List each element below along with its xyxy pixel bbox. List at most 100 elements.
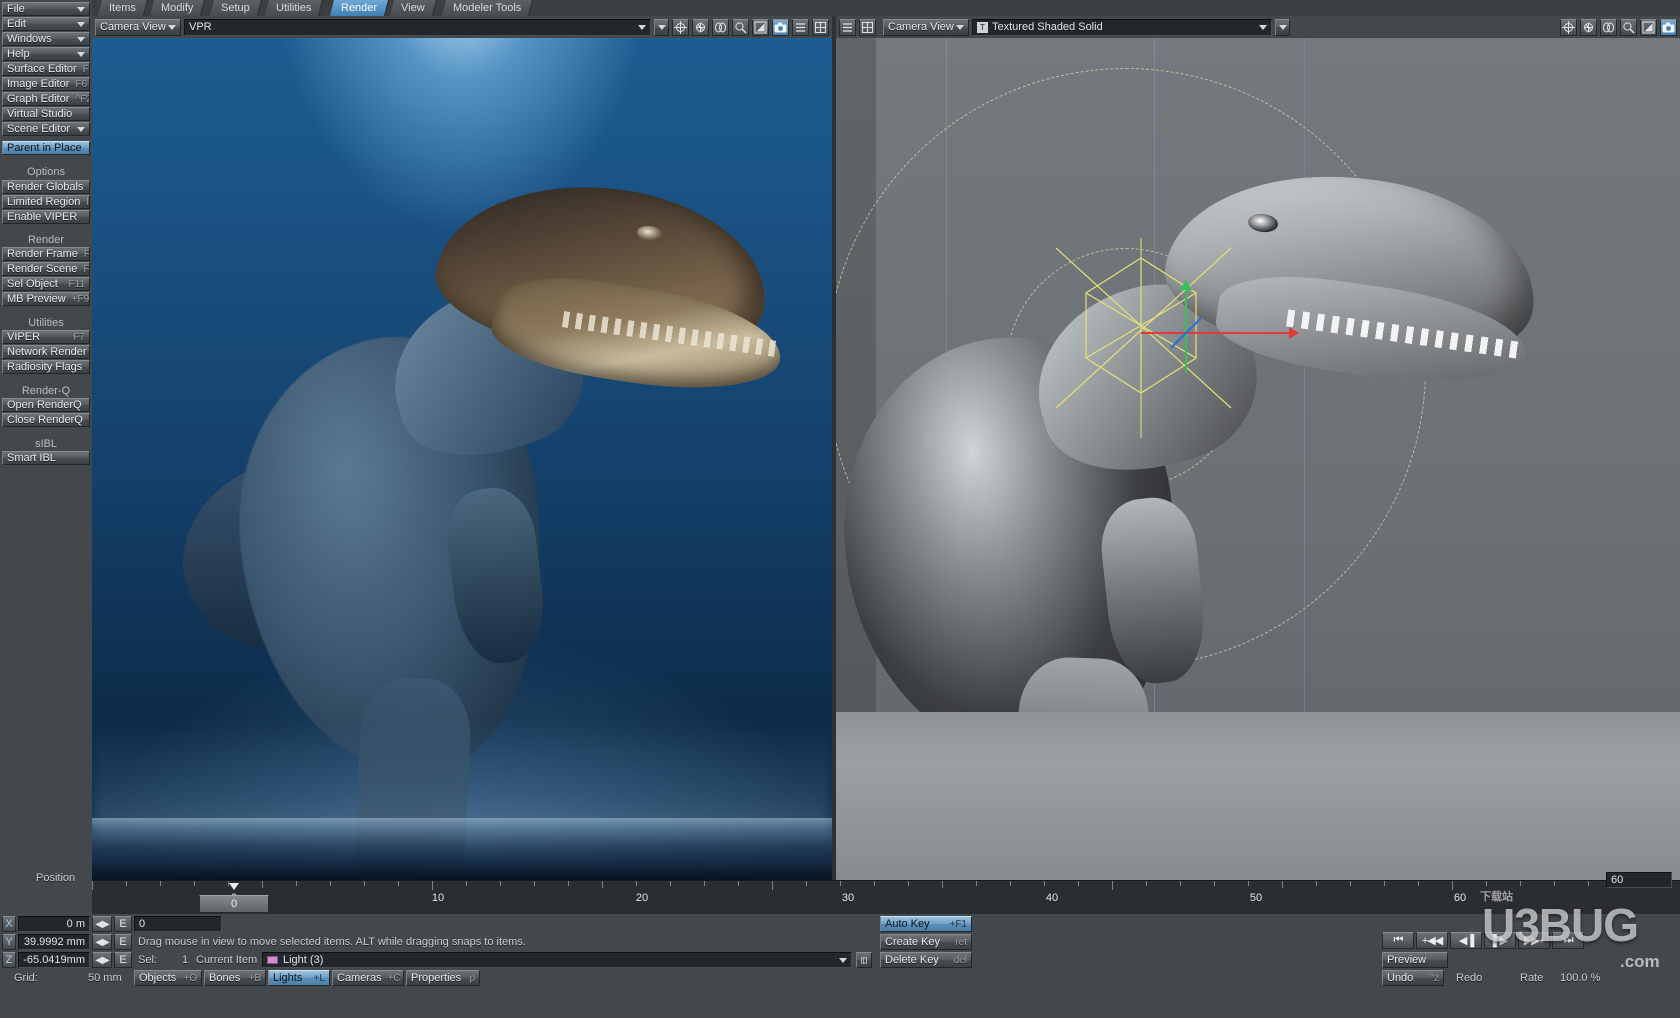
chevron-down-icon bbox=[77, 21, 85, 27]
axis-y-toggle[interactable]: Y bbox=[2, 934, 16, 950]
right-render-mode-selector[interactable]: T Textured Shaded Solid bbox=[972, 18, 1272, 36]
tab-modify[interactable]: Modify bbox=[150, 0, 206, 16]
menu-edit[interactable]: Edit bbox=[2, 17, 90, 31]
move-icon[interactable] bbox=[1560, 18, 1577, 36]
button-surface-editor[interactable]: Surface Editor F5 bbox=[2, 62, 90, 76]
button-open-renderq[interactable]: Open RenderQ bbox=[2, 398, 90, 412]
left-render-mode-menu-button[interactable] bbox=[654, 18, 669, 36]
mode-lights-button[interactable]: Lights +L bbox=[268, 970, 330, 986]
button-graph-editor[interactable]: Graph Editor ^F2 bbox=[2, 92, 90, 106]
position-y-spinner[interactable]: ◀▶ bbox=[92, 934, 112, 950]
move-icon[interactable] bbox=[672, 18, 689, 36]
end-frame-field[interactable]: 60 bbox=[1606, 872, 1672, 888]
position-y-field[interactable]: 39.9992 mm bbox=[18, 934, 90, 950]
position-z-field[interactable]: -65.0419mm bbox=[18, 952, 90, 968]
button-virtual-studio[interactable]: Virtual Studio bbox=[2, 107, 90, 121]
delete-key-button[interactable]: Delete Key del bbox=[880, 952, 972, 968]
tab-utilities[interactable]: Utilities bbox=[265, 0, 324, 16]
position-x-field[interactable]: 0 m bbox=[18, 916, 90, 932]
left-render-mode-selector[interactable]: VPR bbox=[184, 18, 651, 36]
timeline[interactable]: 0 10 20 30 40 50 60 0 bbox=[92, 880, 1680, 914]
right-gl-canvas[interactable] bbox=[836, 38, 1680, 880]
pan-icon[interactable] bbox=[1600, 18, 1617, 36]
button-radiosity-flags[interactable]: Radiosity Flags bbox=[2, 360, 90, 374]
viper-key: F7 bbox=[73, 331, 85, 343]
menu-windows[interactable]: Windows bbox=[2, 32, 90, 46]
position-x-envelope-button[interactable]: E bbox=[114, 916, 132, 932]
button-sel-object[interactable]: Sel Object F11 bbox=[2, 277, 90, 291]
pan-icon[interactable] bbox=[712, 18, 729, 36]
layout-icon[interactable] bbox=[812, 18, 829, 36]
rotate-icon[interactable] bbox=[1580, 18, 1597, 36]
next-frame-button[interactable]: ▌▶ bbox=[1484, 932, 1516, 949]
position-x-spinner[interactable]: ◀▶ bbox=[92, 916, 112, 932]
current-item-field[interactable]: Light (3) bbox=[262, 952, 852, 968]
prev-keyframe-button[interactable]: +◀◀ bbox=[1416, 932, 1448, 949]
tab-view[interactable]: View bbox=[390, 0, 437, 16]
camera-icon[interactable] bbox=[772, 18, 789, 36]
layout-icon[interactable] bbox=[859, 18, 876, 36]
render-group-label: Render bbox=[27, 234, 65, 246]
preview-button[interactable]: Preview bbox=[1382, 952, 1448, 968]
tab-items[interactable]: Items bbox=[98, 0, 148, 16]
axis-z-toggle[interactable]: Z bbox=[2, 952, 16, 968]
next-keyframe-button[interactable]: ▶▶+ bbox=[1518, 932, 1550, 949]
first-frame-button[interactable]: ⏮ bbox=[1382, 932, 1414, 949]
maximize-icon[interactable] bbox=[752, 18, 769, 36]
create-key-button[interactable]: Create Key ret bbox=[880, 934, 972, 950]
timeline-label-50: 50 bbox=[1249, 892, 1263, 904]
menu-file[interactable]: File bbox=[2, 2, 90, 16]
timeline-label-60: 60 bbox=[1453, 892, 1467, 904]
axis-x-toggle[interactable]: X bbox=[2, 916, 16, 932]
left-view-selector[interactable]: Camera View bbox=[95, 18, 181, 36]
zoom-icon[interactable] bbox=[1620, 18, 1637, 36]
chevron-down-icon bbox=[1259, 24, 1267, 30]
item-properties-button[interactable] bbox=[856, 952, 872, 968]
undo-button[interactable]: Undo ^z bbox=[1382, 970, 1444, 986]
right-render-mode-menu-button[interactable] bbox=[1275, 18, 1290, 36]
button-network-render[interactable]: Network Render bbox=[2, 345, 90, 359]
prev-frame-button[interactable]: ◀▐ bbox=[1450, 932, 1482, 949]
button-scene-editor[interactable]: Scene Editor bbox=[2, 122, 90, 136]
tab-modeler-tools[interactable]: Modeler Tools bbox=[442, 0, 534, 16]
zoom-icon[interactable] bbox=[732, 18, 749, 36]
limited-region-label: Limited Region bbox=[7, 195, 81, 208]
button-viper[interactable]: VIPER F7 bbox=[2, 330, 90, 344]
menu-icon[interactable] bbox=[839, 18, 856, 36]
button-enable-viper[interactable]: Enable VIPER bbox=[2, 210, 90, 224]
timeline-scrubber[interactable]: 0 bbox=[199, 895, 269, 913]
render-globals-label: Render Globals bbox=[7, 180, 84, 193]
last-frame-button[interactable]: ⏭ bbox=[1552, 932, 1584, 949]
mode-objects-button[interactable]: Objects +O bbox=[134, 970, 202, 986]
left-render-canvas[interactable] bbox=[92, 38, 832, 880]
render-scene-label: Render Scene bbox=[7, 262, 78, 275]
position-z-envelope-button[interactable]: E bbox=[114, 952, 132, 968]
button-limited-region[interactable]: Limited Region l bbox=[2, 195, 90, 209]
current-frame-field[interactable]: 0 bbox=[134, 916, 222, 932]
auto-key-button[interactable]: Auto Key +F1 bbox=[880, 916, 972, 932]
redo-button[interactable]: Redo bbox=[1456, 972, 1482, 984]
button-image-editor[interactable]: Image Editor F6 bbox=[2, 77, 90, 91]
position-y-envelope-button[interactable]: E bbox=[114, 934, 132, 950]
button-close-renderq[interactable]: Close RenderQ bbox=[2, 413, 90, 427]
properties-button[interactable]: Properties p bbox=[406, 970, 480, 986]
button-render-frame[interactable]: Render Frame F9 bbox=[2, 247, 90, 261]
tab-setup[interactable]: Setup bbox=[210, 0, 262, 16]
mode-cameras-button[interactable]: Cameras +C bbox=[332, 970, 404, 986]
menu-help[interactable]: Help bbox=[2, 47, 90, 61]
right-view-selector[interactable]: Camera View bbox=[883, 18, 969, 36]
chevron-down-icon bbox=[1278, 24, 1287, 30]
button-smart-ibl[interactable]: Smart IBL bbox=[2, 451, 90, 465]
button-mb-preview[interactable]: MB Preview +F9 bbox=[2, 292, 90, 306]
camera-icon[interactable] bbox=[1660, 18, 1677, 36]
open-renderq-label: Open RenderQ bbox=[7, 398, 82, 411]
tab-render[interactable]: Render bbox=[330, 0, 390, 16]
menu-icon[interactable] bbox=[792, 18, 809, 36]
position-z-spinner[interactable]: ◀▶ bbox=[92, 952, 112, 968]
button-render-scene[interactable]: Render Scene F10 bbox=[2, 262, 90, 276]
mode-bones-button[interactable]: Bones +B bbox=[204, 970, 266, 986]
maximize-icon[interactable] bbox=[1640, 18, 1657, 36]
rotate-icon[interactable] bbox=[692, 18, 709, 36]
button-render-globals[interactable]: Render Globals bbox=[2, 180, 90, 194]
button-parent-in-place[interactable]: Parent in Place bbox=[2, 141, 90, 155]
